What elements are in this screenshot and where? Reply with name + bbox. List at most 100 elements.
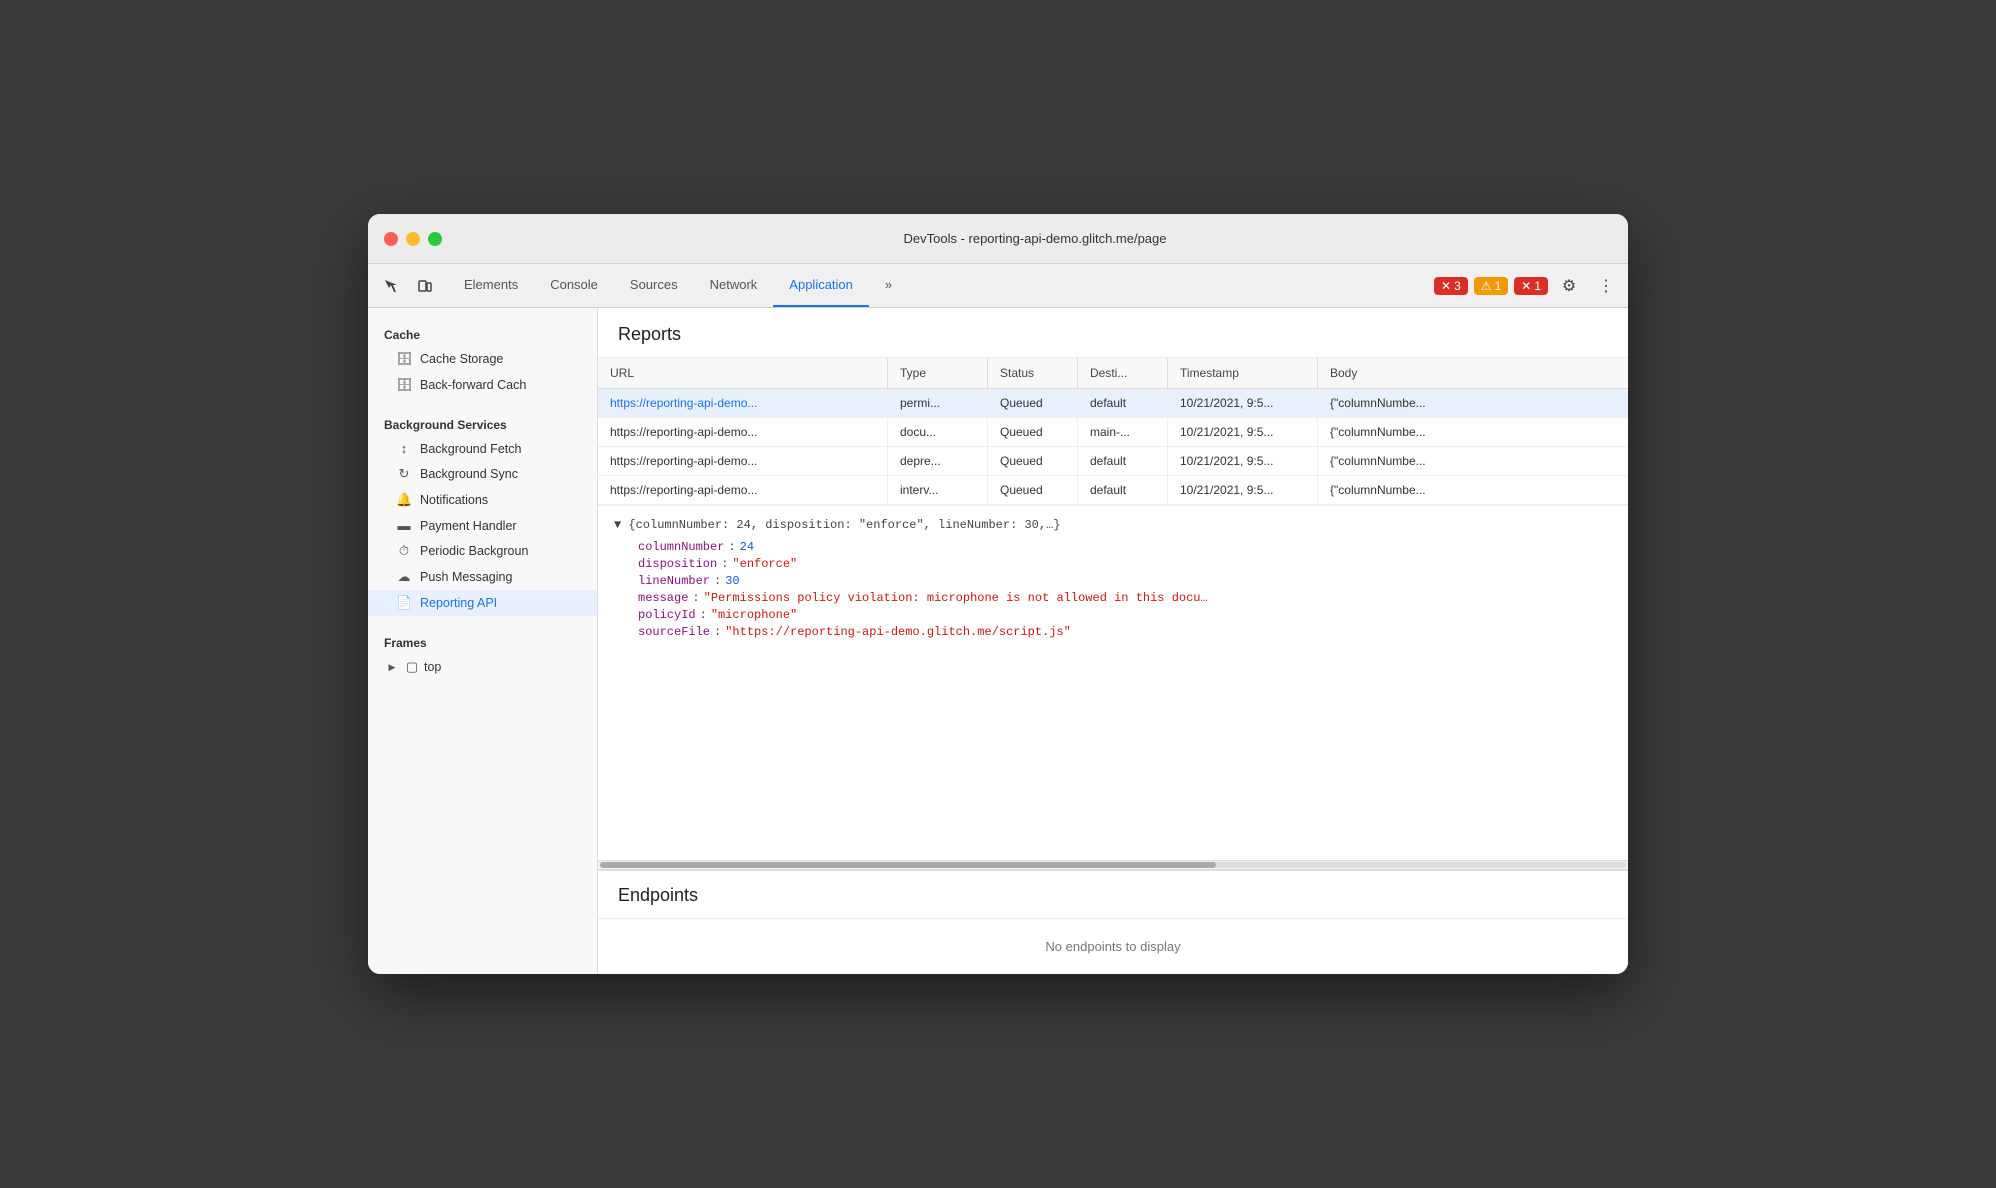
- sidebar-item-top[interactable]: ▶ ▢ top: [368, 654, 597, 680]
- sidebar-label-top: top: [424, 660, 441, 674]
- prop-value-4: "Permissions policy violation: microphon…: [704, 591, 1208, 605]
- prop-value-2: "enforce": [732, 557, 797, 571]
- sidebar-label-notifications: Notifications: [420, 493, 488, 507]
- main-content: Cache 🗄 Cache Storage 🗄 Back-forward Cac…: [368, 308, 1628, 974]
- sidebar-section-frames: Frames: [368, 628, 597, 654]
- cell-ts-3: 10/21/2021, 9:5...: [1168, 447, 1318, 475]
- cell-dest-3: default: [1078, 447, 1168, 475]
- prop-name-4: message: [638, 591, 688, 605]
- sidebar-label-background-fetch: Background Fetch: [420, 442, 521, 456]
- cell-body-1: {"columnNumbe...: [1318, 389, 1628, 417]
- prop-name-3: lineNumber: [638, 574, 710, 588]
- sidebar-item-background-fetch[interactable]: ↕ Background Fetch: [368, 436, 597, 461]
- inspect-icon[interactable]: [376, 271, 406, 301]
- col-destination: Desti...: [1078, 358, 1168, 388]
- cell-ts-4: 10/21/2021, 9:5...: [1168, 476, 1318, 504]
- detail-line-5: policyId : "microphone": [638, 608, 1612, 622]
- sidebar-item-background-sync[interactable]: ↻ Background Sync: [368, 461, 597, 487]
- sidebar-label-periodic-background: Periodic Backgroun: [420, 544, 528, 558]
- sidebar-label-back-forward-cache: Back-forward Cach: [420, 378, 526, 392]
- cloud-icon: ☁: [396, 569, 412, 585]
- cell-type-4: interv...: [888, 476, 988, 504]
- sidebar-item-periodic-background[interactable]: ⏱ Periodic Backgroun: [368, 538, 597, 564]
- col-type: Type: [888, 358, 988, 388]
- sidebar-item-back-forward-cache[interactable]: 🗄 Back-forward Cach: [368, 372, 597, 398]
- minimize-button[interactable]: [406, 232, 420, 246]
- cell-url-2: https://reporting-api-demo...: [598, 418, 888, 446]
- endpoints-title: Endpoints: [598, 871, 1628, 919]
- cell-dest-4: default: [1078, 476, 1168, 504]
- cell-status-4: Queued: [988, 476, 1078, 504]
- table-row[interactable]: https://reporting-api-demo... docu... Qu…: [598, 418, 1628, 447]
- sidebar-label-push-messaging: Push Messaging: [420, 570, 512, 584]
- payment-icon: ▬: [396, 518, 412, 533]
- cell-body-4: {"columnNumbe...: [1318, 476, 1628, 504]
- sidebar-item-payment-handler[interactable]: ▬ Payment Handler: [368, 513, 597, 538]
- scrollbar-track: [600, 862, 1626, 868]
- prop-name-6: sourceFile: [638, 625, 710, 639]
- error-badge[interactable]: ✕ 3: [1434, 277, 1468, 295]
- cell-type-2: docu...: [888, 418, 988, 446]
- close-button[interactable]: [384, 232, 398, 246]
- warning-badge[interactable]: ⚠ 1: [1474, 277, 1508, 295]
- error2-count: 1: [1534, 279, 1541, 293]
- cell-type-3: depre...: [888, 447, 988, 475]
- reports-table: URL Type Status Desti... Timestamp Body …: [598, 358, 1628, 505]
- table-row[interactable]: https://reporting-api-demo... interv... …: [598, 476, 1628, 505]
- more-options-button[interactable]: ⋮: [1590, 271, 1620, 301]
- fetch-icon: ↕: [396, 441, 412, 456]
- cell-dest-1: default: [1078, 389, 1168, 417]
- sidebar-label-reporting-api: Reporting API: [420, 596, 497, 610]
- table-row[interactable]: https://reporting-api-demo... permi... Q…: [598, 389, 1628, 418]
- maximize-button[interactable]: [428, 232, 442, 246]
- prop-colon-5: :: [700, 608, 707, 622]
- sidebar-label-background-sync: Background Sync: [420, 467, 518, 481]
- col-url: URL: [598, 358, 888, 388]
- col-status: Status: [988, 358, 1078, 388]
- cell-dest-2: main-...: [1078, 418, 1168, 446]
- sidebar-item-reporting-api[interactable]: 📄 Reporting API: [368, 590, 597, 616]
- devtools-window: DevTools - reporting-api-demo.glitch.me/…: [368, 214, 1628, 974]
- table-header: URL Type Status Desti... Timestamp Body: [598, 358, 1628, 389]
- clock-icon: ⏱: [396, 543, 412, 559]
- tab-console[interactable]: Console: [534, 264, 614, 307]
- cell-body-3: {"columnNumbe...: [1318, 447, 1628, 475]
- prop-colon-2: :: [721, 557, 728, 571]
- tab-sources[interactable]: Sources: [614, 264, 694, 307]
- tab-application[interactable]: Application: [773, 264, 869, 307]
- cell-body-2: {"columnNumbe...: [1318, 418, 1628, 446]
- detail-line-2: disposition : "enforce": [638, 557, 1612, 571]
- endpoints-empty-message: No endpoints to display: [598, 919, 1628, 974]
- prop-value-3: 30: [725, 574, 739, 588]
- device-toolbar-icon[interactable]: [410, 271, 440, 301]
- prop-name-5: policyId: [638, 608, 696, 622]
- prop-colon-6: :: [714, 625, 721, 639]
- table-row[interactable]: https://reporting-api-demo... depre... Q…: [598, 447, 1628, 476]
- cell-status-1: Queued: [988, 389, 1078, 417]
- title-bar: DevTools - reporting-api-demo.glitch.me/…: [368, 214, 1628, 264]
- prop-value-5: "microphone": [711, 608, 797, 622]
- prop-colon-1: :: [728, 540, 735, 554]
- sidebar-item-notifications[interactable]: 🔔 Notifications: [368, 487, 597, 513]
- tab-more[interactable]: »: [869, 264, 908, 307]
- error-badge2[interactable]: ✕ 1: [1514, 277, 1548, 295]
- window-title: DevTools - reporting-api-demo.glitch.me/…: [458, 231, 1612, 246]
- detail-line-6: sourceFile : "https://reporting-api-demo…: [638, 625, 1612, 639]
- sidebar-section-cache: Cache: [368, 320, 597, 346]
- prop-value-6: "https://reporting-api-demo.glitch.me/sc…: [725, 625, 1071, 639]
- sidebar-item-push-messaging[interactable]: ☁ Push Messaging: [368, 564, 597, 590]
- tab-network[interactable]: Network: [694, 264, 774, 307]
- scrollbar-thumb[interactable]: [600, 862, 1216, 868]
- horizontal-scrollbar[interactable]: [598, 860, 1628, 870]
- prop-value-1: 24: [740, 540, 754, 554]
- notification-icon: 🔔: [396, 492, 412, 508]
- detail-summary[interactable]: ▼ {columnNumber: 24, disposition: "enfor…: [614, 518, 1612, 532]
- error2-x-icon: ✕: [1521, 279, 1531, 293]
- toolbar: Elements Console Sources Network Applica…: [368, 264, 1628, 308]
- settings-button[interactable]: ⚙: [1554, 271, 1584, 301]
- endpoints-section: Endpoints No endpoints to display: [598, 870, 1628, 974]
- tab-elements[interactable]: Elements: [448, 264, 534, 307]
- col-timestamp: Timestamp: [1168, 358, 1318, 388]
- sidebar-item-cache-storage[interactable]: 🗄 Cache Storage: [368, 346, 597, 372]
- sidebar: Cache 🗄 Cache Storage 🗄 Back-forward Cac…: [368, 308, 598, 974]
